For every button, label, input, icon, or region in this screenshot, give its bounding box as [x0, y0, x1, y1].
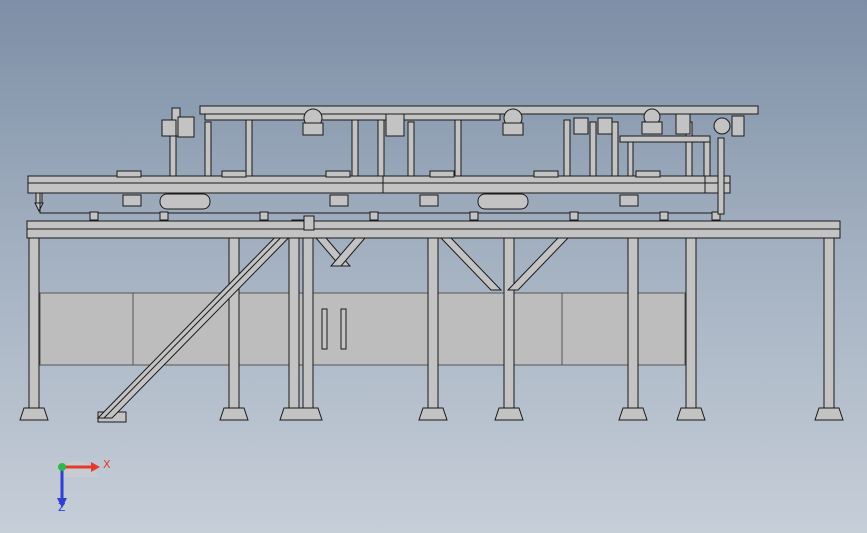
upper-posts — [169, 119, 725, 215]
z-axis-label: Z — [58, 501, 66, 514]
y-axis-dot — [58, 463, 66, 471]
graphics-viewport[interactable]: X Z — [0, 0, 867, 533]
conveyor-assembly-front-view[interactable] — [0, 0, 867, 533]
reference-triad — [57, 461, 100, 508]
side-panels — [39, 292, 686, 366]
upper-conveyor — [171, 105, 759, 137]
lower-conveyor — [27, 170, 731, 221]
x-axis-arrowhead — [91, 462, 100, 472]
foot-plates — [19, 407, 844, 423]
x-axis-label: X — [103, 458, 111, 471]
knee-braces — [314, 237, 570, 291]
